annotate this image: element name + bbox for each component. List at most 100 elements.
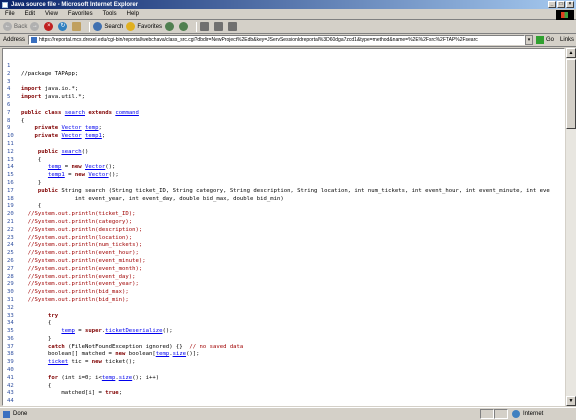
menu-view[interactable]: View (45, 11, 58, 17)
forward-arrow-icon: → (30, 22, 40, 31)
code-line: 18 int event_year, int event_day, double… (7, 196, 550, 204)
zone-label: Internet (523, 411, 544, 417)
line-number: 42 (7, 382, 14, 389)
minimize-button[interactable]: _ (548, 1, 556, 8)
source-code: 1 2 //package TAPApp; 3 4 import java.io.*; 5 i… (7, 63, 550, 405)
code-text: //System.out.println(event_hour); (21, 250, 139, 256)
line-number: 13 (7, 156, 14, 163)
code-line: 32 (7, 305, 550, 313)
scroll-thumb[interactable] (566, 59, 576, 129)
identifier-link[interactable]: ticket (48, 359, 68, 365)
line-number: 37 (7, 343, 14, 350)
go-button[interactable]: Go (536, 36, 554, 44)
search-icon (93, 22, 103, 31)
search-button[interactable]: Search (93, 22, 123, 31)
code-text: boolean[] matched = new boolean[temp.siz… (21, 351, 200, 358)
code-text: import java.util.*; (21, 94, 85, 101)
menu-edit[interactable]: Edit (25, 11, 35, 17)
identifier-link[interactable]: temp (85, 125, 98, 131)
code-line: 7 public class search extends command (7, 110, 550, 118)
identifier-link[interactable]: temp (61, 328, 74, 334)
line-number: 21 (7, 218, 14, 225)
line-number: 14 (7, 164, 14, 171)
code-text: //System.out.println(event_day); (21, 274, 136, 280)
code-line: 28 //System.out.println(event_day); (7, 274, 550, 282)
identifier-link[interactable]: Vector (61, 125, 81, 131)
code-line: 29 //System.out.println(event_year); (7, 281, 550, 289)
line-number: 38 (7, 351, 14, 358)
identifier-link[interactable]: size (119, 375, 132, 381)
line-number: 31 (7, 296, 14, 303)
menu-file[interactable]: File (5, 11, 15, 17)
back-arrow-icon: ← (3, 22, 12, 31)
code-line: 11 (7, 141, 550, 149)
code-line: 43 matched[i] = true; (7, 390, 550, 398)
code-line: 20 //System.out.println(ticket_ID); (7, 211, 550, 219)
stop-button[interactable]: × (44, 22, 55, 31)
scroll-down-button[interactable]: ▼ (566, 396, 576, 406)
line-number: 39 (7, 359, 14, 366)
links-button[interactable]: Links (560, 37, 574, 43)
identifier-link[interactable]: Vector (61, 133, 81, 139)
line-number: 6 (7, 101, 11, 108)
line-number: 40 (7, 367, 14, 374)
identifier-link[interactable]: ticketDeserialize (105, 328, 162, 334)
identifier-link[interactable]: temp1 (85, 133, 102, 139)
code-line: 34 { (7, 320, 550, 328)
code-text: temp1 = new Vector(); (47, 172, 119, 179)
address-dropdown-button[interactable]: ▾ (525, 35, 534, 45)
line-number: 16 (7, 179, 14, 186)
home-button[interactable] (72, 22, 83, 31)
line-number: 2 (7, 70, 11, 77)
media-button[interactable] (165, 22, 176, 31)
identifier-link[interactable]: command (115, 110, 139, 116)
code-line: 25 //System.out.println(event_hour); (7, 250, 550, 258)
maximize-button[interactable]: □ (557, 1, 565, 8)
menu-favorites[interactable]: Favorites (68, 11, 93, 17)
code-line: 36 } (7, 336, 550, 344)
code-text: ticket tic = new ticket(); (47, 359, 136, 366)
window-title: Java source file - Microsoft Internet Ex… (11, 1, 139, 8)
forward-button[interactable]: → (30, 22, 41, 31)
keyword: public class (21, 109, 62, 116)
menu-tools[interactable]: Tools (103, 11, 117, 17)
line-number: 24 (7, 242, 14, 249)
status-text-cell: Done (0, 410, 480, 418)
print-button[interactable] (214, 22, 225, 31)
back-button[interactable]: ← Back (3, 22, 27, 31)
refresh-button[interactable]: ↻ (58, 22, 69, 31)
code-text: for (int i=0; i<temp.size(); i++) (47, 374, 160, 381)
identifier-link[interactable]: temp (156, 351, 169, 357)
comment: //System.out.println(category); (21, 218, 133, 225)
comment: // no saved data (189, 343, 244, 350)
stop-icon: × (44, 22, 54, 31)
line-number: 32 (7, 304, 14, 311)
identifier-link[interactable]: size (173, 351, 186, 357)
close-button[interactable]: × (566, 1, 574, 8)
edit-button[interactable] (228, 22, 239, 31)
identifier-link[interactable]: temp (48, 164, 61, 170)
identifier-link[interactable]: search (61, 149, 81, 155)
menu-help[interactable]: Help (127, 11, 139, 17)
identifier-link[interactable]: Vector (88, 172, 108, 178)
code-line: 22 //System.out.println(description); (7, 227, 550, 235)
favorites-button[interactable]: Favorites (126, 22, 162, 31)
code-text: } (21, 335, 52, 342)
code-line: 41 for (int i=0; i<temp.size(); i++) (7, 375, 550, 383)
keyword: import (21, 94, 42, 101)
identifier-link[interactable]: temp1 (48, 172, 65, 178)
mail-button[interactable] (200, 22, 211, 31)
identifier-link[interactable]: temp (102, 375, 115, 381)
history-button[interactable] (179, 22, 190, 31)
comment: //System.out.println(ticket_ID); (21, 211, 136, 218)
line-number: 8 (7, 117, 11, 124)
scroll-up-button[interactable]: ▲ (566, 48, 576, 58)
identifier-link[interactable]: Vector (85, 164, 105, 170)
code-line: 44 (7, 398, 550, 405)
line-number: 25 (7, 250, 14, 257)
identifier-link[interactable]: search (65, 110, 85, 116)
code-line: 30 //System.out.println(bid_max); (7, 289, 550, 297)
code-line: 37 catch (FileNotFoundException ignored)… (7, 344, 550, 352)
vertical-scrollbar[interactable]: ▲ ▼ (566, 48, 576, 406)
address-input[interactable]: https://reportal.mcs.drexel.edu/cgi-bin/… (28, 35, 526, 45)
